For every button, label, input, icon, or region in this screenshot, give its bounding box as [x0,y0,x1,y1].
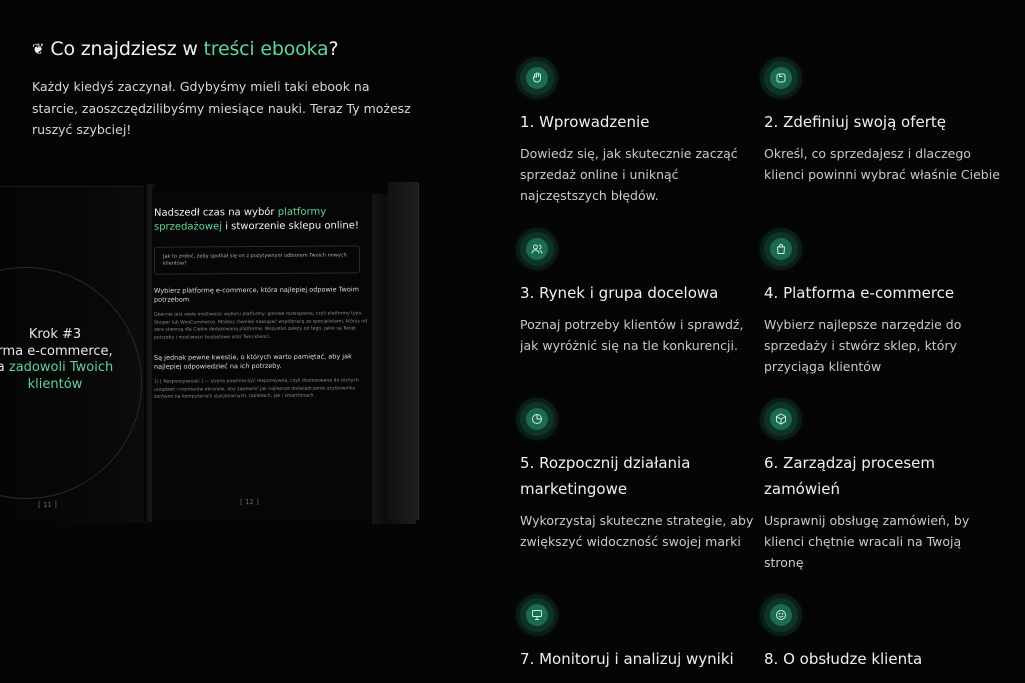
hand-wave-icon [520,61,554,95]
right-title-prefix: Nadszedł czas na wybór [154,206,278,219]
folder-icon [764,61,798,95]
step-line-2: rma e-commerce, [0,343,113,359]
feature-description: Określ, co sprzedajesz i dlaczego klienc… [764,146,1000,182]
users-icon [520,232,554,266]
right-page-subheading-2: Są jednak pewne kwestie, o których warto… [154,352,352,371]
book-cover-edge [388,182,419,520]
right-page-subheading: Wybierz platformę e-commerce, która najl… [154,285,359,304]
package-icon [764,402,798,436]
right-page-body: Obecnie jest wiele możliwości wyboru pla… [154,311,368,341]
feature-description: Wybierz najlepsze narzędzie do sprzedaży… [764,317,962,374]
right-page-title: Nadszedł czas na wybór platformy sprzeda… [154,205,374,235]
presentation-icon [520,598,554,632]
callout-box: Jak to zrobić, żeby spotkał się on z poz… [154,245,360,275]
feature-description: Usprawnij obsługę zamówień, by klienci c… [764,513,970,570]
right-page-body-2: 1) [ Responsywność ] — strona powinna by… [154,378,359,400]
feature-title: 5. Rozpocznij działania marketingowe [520,454,691,498]
ebook-mockup: Krok #3 rma e-commerce, a zadowoli Twoic… [0,182,420,526]
feature-title: 7. Monitoruj i analizuj wyniki [520,650,734,668]
feature-item: 8. O obsłudze klienta [764,598,1004,672]
feature-title: 2. Zdefiniuj swoją ofertę [764,113,947,131]
book-left-page: Krok #3 rma e-commerce, a zadowoli Twoic… [0,186,148,523]
step-line-3-prefix: a [0,360,5,375]
step-line-3-accent: zadowoli Twoich [8,360,114,375]
feature-item: 2. Zdefiniuj swoją ofertę Określ, co spr… [764,61,1004,185]
heading-accent: treści ebooka [203,38,329,60]
feature-title: 3. Rynek i grupa docelowa [520,284,719,302]
shopping-bag-icon [764,232,798,266]
leaf-emoji: ❦ [32,40,45,58]
right-page-number: [ 12 ] [240,498,259,507]
feature-item: 4. Platforma e-commerce Wybierz najlepsz… [764,232,1004,377]
left-page-number: [ 11 ] [38,501,57,509]
right-title-suffix: i stworzenie sklepu online! [222,220,359,233]
smile-icon [764,598,798,632]
feature-title: 6. Zarządzaj procesem zamówień [764,454,935,498]
step-line-4-accent: klientów [27,376,83,392]
section-heading: ❦ Co znajdziesz w treści ebooka? [32,38,339,60]
feature-item: 1. Wprowadzenie Dowiedz się, jak skutecz… [520,61,760,206]
heading-suffix: ? [328,38,339,60]
feature-title: 4. Platforma e-commerce [764,284,955,302]
feature-item: 3. Rynek i grupa docelowa Poznaj potrzeb… [520,232,760,356]
pie-chart-icon [520,402,554,436]
feature-item: 5. Rozpocznij działania marketingowe Wyk… [520,402,760,552]
feature-item: 6. Zarządzaj procesem zamówień Usprawnij… [764,402,1004,573]
feature-item: 7. Monitoruj i analizuj wyniki [520,598,760,672]
feature-description: Wykorzystaj skuteczne strategie, aby zwi… [520,513,754,549]
heading-prefix: Co znajdziesz w [50,38,204,60]
step-title: Krok #3 rma e-commerce, a zadowoli Twoic… [0,327,150,393]
intro-text: Każdy kiedyś zaczynał. Gdybyśmy mieli ta… [32,79,411,137]
feature-title: 8. O obsłudze klienta [764,650,923,668]
feature-description: Poznaj potrzeby klientów i sprawdź, jak … [520,317,744,353]
feature-description: Dowiedz się, jak skutecznie zacząć sprze… [520,146,738,203]
book-right-page: Nadszedł czas na wybór platformy sprzeda… [152,187,374,523]
feature-title: 1. Wprowadzenie [520,113,650,131]
step-number: Krok #3 [28,327,82,342]
